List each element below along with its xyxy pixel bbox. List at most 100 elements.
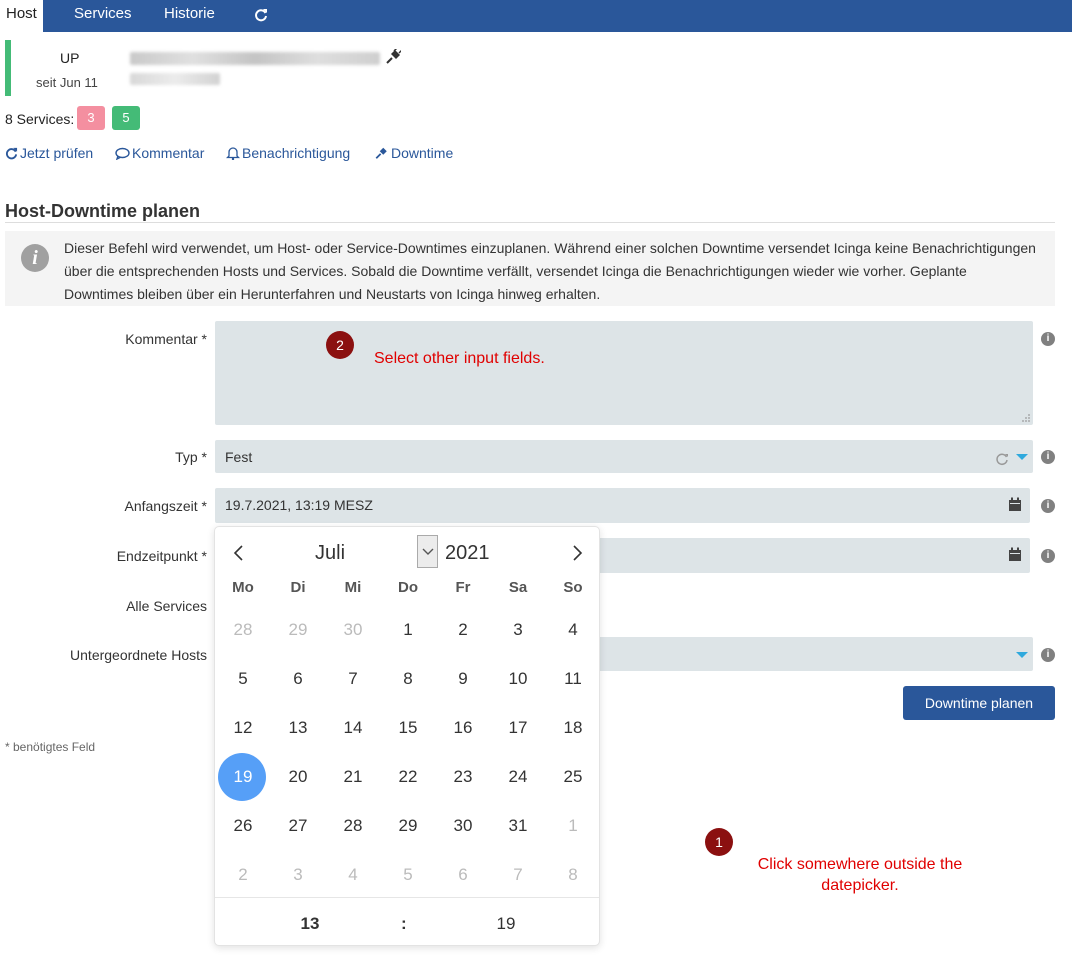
time-separator: : <box>401 914 407 933</box>
datepicker-year[interactable]: 2021 <box>445 542 490 565</box>
calendar-day[interactable]: 31 <box>493 802 543 850</box>
calendar-day[interactable]: 22 <box>383 753 433 801</box>
calendar-day-other-month[interactable]: 5 <box>383 851 433 899</box>
check-now-label: Jetzt prüfen <box>20 145 94 161</box>
calendar-day-other-month[interactable]: 8 <box>548 851 598 899</box>
services-summary-label: 8 Services: <box>5 111 75 127</box>
downtime-label: Downtime <box>391 145 454 161</box>
type-select-value: Fest <box>225 449 253 465</box>
ok-services-badge[interactable]: 5 <box>112 106 140 130</box>
calendar-day[interactable]: 11 <box>548 655 598 703</box>
calendar-day[interactable]: 10 <box>493 655 543 703</box>
calendar-day[interactable]: 28 <box>328 802 378 850</box>
datepicker-month[interactable]: Juli <box>315 542 345 565</box>
calendar-day-other-month[interactable]: 3 <box>273 851 323 899</box>
calendar-day[interactable]: 18 <box>548 704 598 752</box>
tab-historie[interactable]: Historie <box>158 0 221 32</box>
calendar-day-other-month[interactable]: 28 <box>218 606 268 654</box>
calendar-day-other-month[interactable]: 30 <box>328 606 378 654</box>
calendar-day-other-month[interactable]: 4 <box>328 851 378 899</box>
calendar-day-selected[interactable]: 19 <box>218 753 268 801</box>
month-dropdown-button[interactable] <box>417 535 438 568</box>
host-state: UP <box>60 50 80 66</box>
calendar-day[interactable]: 24 <box>493 753 543 801</box>
calendar-day[interactable]: 6 <box>273 655 323 703</box>
chevron-down-icon <box>422 548 434 555</box>
comment-label: Kommentar <box>132 145 205 161</box>
host-state-since: seit Jun 11 <box>36 75 98 90</box>
tab-bar: Host Services Historie <box>0 0 1072 32</box>
next-month-button[interactable] <box>567 541 587 565</box>
host-address-redacted <box>130 73 220 85</box>
time-divider <box>215 897 599 898</box>
tab-services[interactable]: Services <box>68 0 138 32</box>
refresh-icon[interactable] <box>248 0 274 32</box>
calendar-day[interactable]: 17 <box>493 704 543 752</box>
help-icon[interactable]: i <box>1041 549 1055 563</box>
help-icon[interactable]: i <box>1041 332 1055 346</box>
calendar-day[interactable]: 20 <box>273 753 323 801</box>
calendar-day[interactable]: 26 <box>218 802 268 850</box>
calendar-day-other-month[interactable]: 1 <box>548 802 598 850</box>
calendar-day[interactable]: 27 <box>273 802 323 850</box>
calendar-day[interactable]: 5 <box>218 655 268 703</box>
calendar-icon[interactable] <box>1008 547 1022 562</box>
type-select[interactable]: Fest <box>215 440 1033 473</box>
calendar-day[interactable]: 1 <box>383 606 433 654</box>
comment-link[interactable]: Kommentar <box>115 145 204 161</box>
child-hosts-label: Untergeordnete Hosts <box>70 647 207 663</box>
required-field-note: * benötigtes Feld <box>5 740 96 754</box>
calendar-day[interactable]: 21 <box>328 753 378 801</box>
page-title: Host-Downtime planen <box>5 201 201 221</box>
weekday-header: Mi <box>344 579 362 596</box>
calendar-day[interactable]: 3 <box>493 606 543 654</box>
schedule-downtime-button[interactable]: Downtime planen <box>903 686 1055 720</box>
help-icon[interactable]: i <box>1041 499 1055 513</box>
type-field-label: Typ * <box>175 449 207 465</box>
tab-host[interactable]: Host <box>0 0 43 32</box>
calendar-day[interactable]: 30 <box>438 802 488 850</box>
calendar-day[interactable]: 9 <box>438 655 488 703</box>
calendar-day-other-month[interactable]: 7 <box>493 851 543 899</box>
calendar-day[interactable]: 16 <box>438 704 488 752</box>
section-divider <box>5 222 1055 223</box>
reset-icon[interactable] <box>995 452 1009 466</box>
host-name-redacted <box>130 52 380 65</box>
calendar-day[interactable]: 15 <box>383 704 433 752</box>
chevron-down-icon <box>1016 454 1028 460</box>
help-icon[interactable]: i <box>1041 450 1055 464</box>
help-icon[interactable]: i <box>1041 648 1055 662</box>
end-field-label: Endzeitpunkt * <box>116 548 207 564</box>
calendar-day-other-month[interactable]: 6 <box>438 851 488 899</box>
start-time-input[interactable]: 19.7.2021, 13:19 MESZ <box>215 488 1030 523</box>
critical-services-badge[interactable]: 3 <box>77 106 105 130</box>
calendar-day[interactable]: 12 <box>218 704 268 752</box>
calendar-day[interactable]: 7 <box>328 655 378 703</box>
calendar-day[interactable]: 25 <box>548 753 598 801</box>
downtime-link[interactable]: Downtime <box>374 145 453 161</box>
annotation-marker-1: 1 <box>705 828 733 856</box>
weekday-header: Mo <box>232 579 254 596</box>
notification-link[interactable]: Benachrichtigung <box>225 145 350 161</box>
calendar-day[interactable]: 2 <box>438 606 488 654</box>
datepicker: Juli 2021 Mo Di Mi Do Fr Sa So 28 29 30 1 2 3 4 5 6 7 8 9 1… <box>214 526 600 946</box>
calendar-day[interactable]: 4 <box>548 606 598 654</box>
calendar-day[interactable]: 13 <box>273 704 323 752</box>
chevron-down-icon <box>1016 652 1028 658</box>
calendar-day-other-month[interactable]: 29 <box>273 606 323 654</box>
calendar-day[interactable]: 14 <box>328 704 378 752</box>
check-now-link[interactable]: Jetzt prüfen <box>5 145 93 161</box>
minute-input[interactable]: 19 <box>471 914 541 934</box>
calendar-day[interactable]: 29 <box>383 802 433 850</box>
weekday-header: Fr <box>455 579 471 596</box>
prev-month-button[interactable] <box>229 541 249 565</box>
calendar-day[interactable]: 23 <box>438 753 488 801</box>
info-box: i Dieser Befehl wird verwendet, um Host-… <box>5 231 1055 306</box>
info-text: Dieser Befehl wird verwendet, um Host- o… <box>64 240 1036 302</box>
resize-grip-icon[interactable] <box>1020 412 1030 422</box>
calendar-day-other-month[interactable]: 2 <box>218 851 268 899</box>
calendar-icon[interactable] <box>1008 497 1022 512</box>
hour-input[interactable]: 13 <box>275 914 345 934</box>
calendar-day[interactable]: 8 <box>383 655 433 703</box>
refresh-icon <box>5 147 18 160</box>
